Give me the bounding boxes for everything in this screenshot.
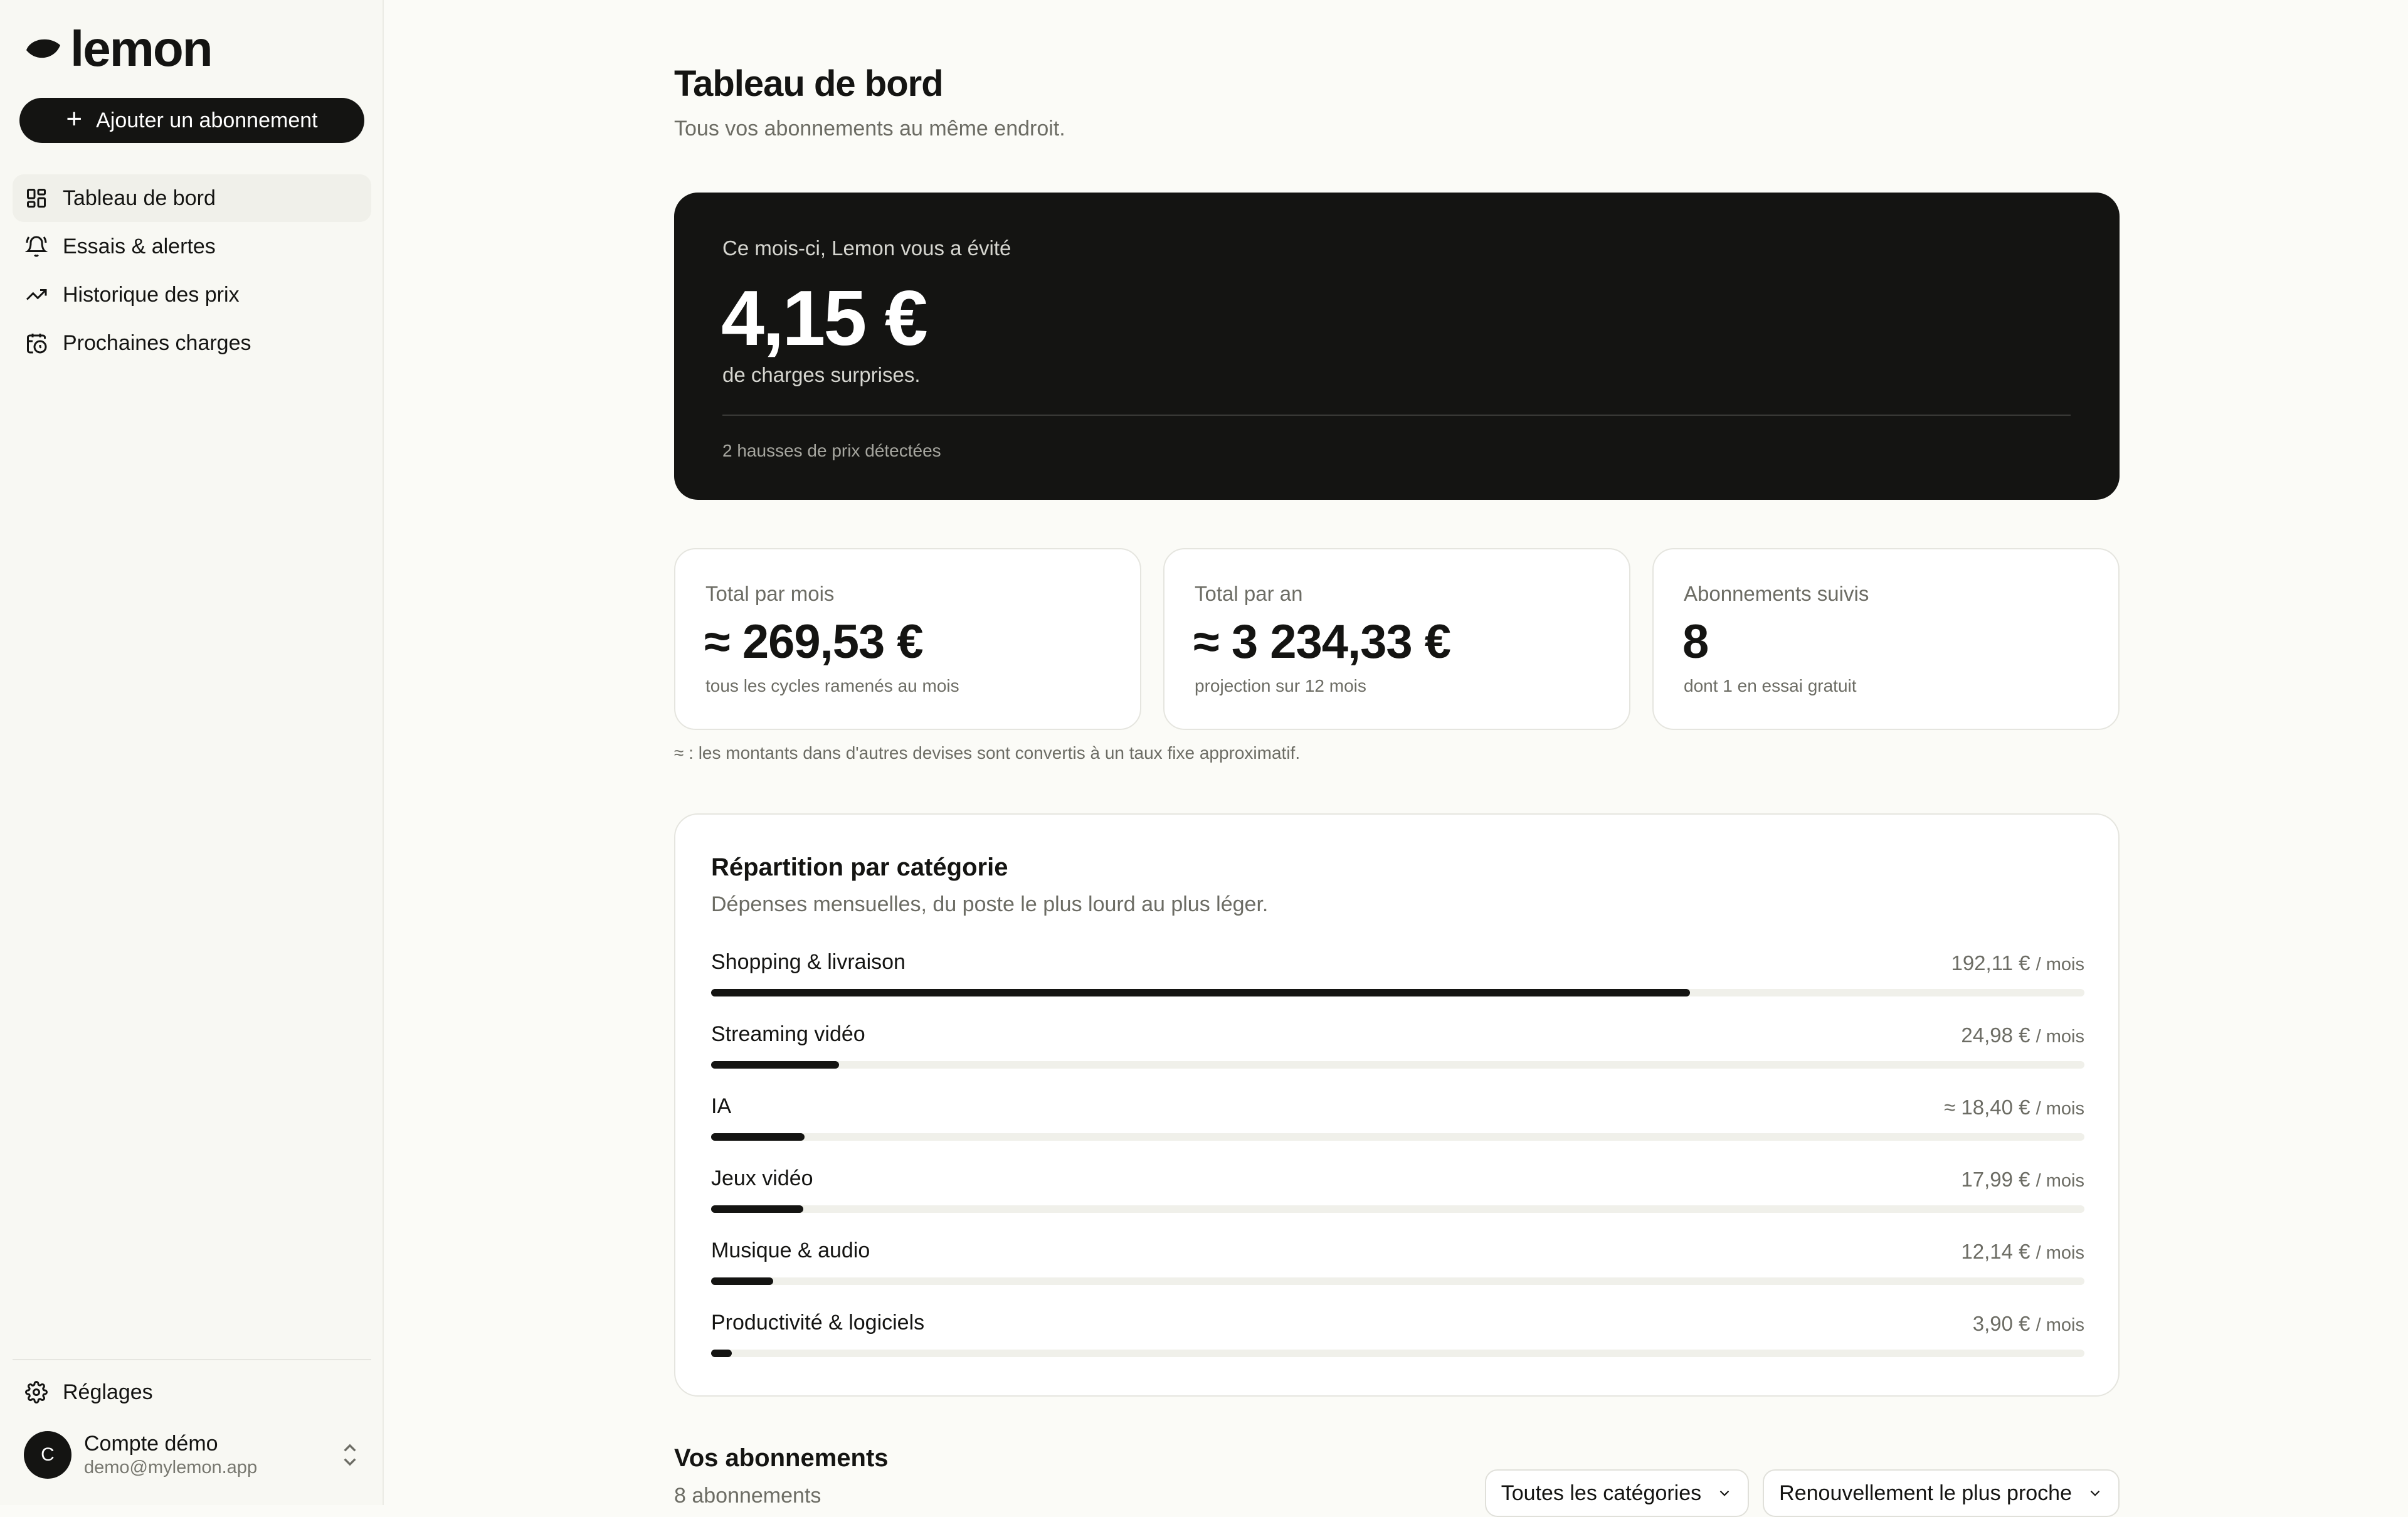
sidebar-item-label: Historique des prix — [63, 282, 240, 307]
category-row: Shopping & livraison 192,11 € / mois — [711, 950, 2084, 1022]
category-name: Jeux vidéo — [711, 1166, 813, 1190]
add-subscription-button[interactable]: + Ajouter un abonnement — [19, 98, 364, 143]
chevron-down-icon — [1719, 1490, 1729, 1496]
category-bar-fill — [711, 1350, 732, 1357]
category-bar-fill — [711, 989, 1691, 996]
page-title: Tableau de bord — [674, 63, 944, 104]
category-amount: ≈ 18,40 € / mois — [1944, 1096, 2084, 1119]
category-title: Répartition par catégorie — [711, 854, 1008, 881]
stat-sub: projection sur 12 mois — [1195, 676, 1366, 695]
category-amount: 24,98 € / mois — [1961, 1023, 2084, 1047]
category-name: Productivité & logiciels — [711, 1311, 925, 1335]
stat-value: ≈ 269,53 € — [704, 615, 924, 669]
category-amount: 192,11 € / mois — [1951, 951, 2084, 975]
category-row: Productivité & logiciels 3,90 € / mois — [711, 1311, 2084, 1383]
category-bar-fill — [711, 1061, 839, 1069]
category-amount: 17,99 € / mois — [1961, 1168, 2084, 1191]
category-bar-fill — [711, 1277, 773, 1285]
trending-up-icon — [24, 282, 49, 307]
sort-select[interactable]: Renouvellement le plus proche — [1763, 1469, 2120, 1517]
category-row: Musique & audio 12,14 € / mois — [711, 1239, 2084, 1311]
category-bar-fill — [711, 1133, 805, 1141]
stat-label: Total par an — [1195, 582, 1303, 605]
sidebar-divider — [13, 1359, 371, 1360]
category-name: Musique & audio — [711, 1239, 870, 1262]
calendar-clock-icon — [24, 330, 49, 356]
category-amount: 3,90 € / mois — [1972, 1312, 2084, 1335]
stat-value: ≈ 3 234,33 € — [1193, 615, 1451, 669]
category-name: Streaming vidéo — [711, 1022, 865, 1046]
sidebar-nav: Tableau de bord Essais & alertes Histori… — [13, 174, 371, 367]
sidebar: lemon + Ajouter un abonnement Tableau de… — [0, 0, 384, 1505]
chevron-up-down-icon — [344, 1444, 356, 1466]
plus-icon: + — [66, 103, 83, 134]
category-name: Shopping & livraison — [711, 950, 906, 974]
stat-sub: dont 1 en essai gratuit — [1684, 676, 1857, 695]
category-bar — [711, 1350, 2084, 1357]
category-list: Shopping & livraison 192,11 € / mois Str… — [711, 950, 2084, 1383]
chevron-down-icon — [2090, 1490, 2100, 1496]
subscriptions-title: Vos abonnements — [674, 1444, 889, 1472]
account-switcher[interactable]: C Compte démo demo@mylemon.app — [24, 1431, 362, 1479]
savings-value: 4,15 € — [721, 275, 928, 362]
category-bar — [711, 1061, 2084, 1069]
category-name: IA — [711, 1094, 732, 1118]
price-increase-note: 2 hausses de prix détectées — [722, 441, 941, 460]
stat-sub: tous les cycles ramenés au mois — [705, 676, 959, 695]
category-amount: 12,14 € / mois — [1961, 1240, 2084, 1263]
account-name: Compte démo — [84, 1432, 218, 1456]
stat-label: Abonnements suivis — [1684, 582, 1869, 605]
category-breakdown-card: Répartition par catégorie Dépenses mensu… — [674, 813, 2120, 1397]
category-row: Streaming vidéo 24,98 € / mois — [711, 1022, 2084, 1094]
stat-card-subscriptions: Abonnements suivis 8 dont 1 en essai gra… — [1652, 548, 2120, 730]
category-row: IA ≈ 18,40 € / mois — [711, 1094, 2084, 1166]
stats-row: Total par mois ≈ 269,53 € tous les cycle… — [674, 548, 2120, 730]
settings-label: Réglages — [63, 1380, 153, 1404]
sort-value: Renouvellement le plus proche — [1779, 1481, 2072, 1505]
page-subtitle: Tous vos abonnements au même endroit. — [674, 117, 1065, 140]
stat-value: 8 — [1682, 615, 1709, 669]
stat-card-yearly: Total par an ≈ 3 234,33 € projection sur… — [1163, 548, 1630, 730]
subscriptions-count: 8 abonnements — [674, 1484, 821, 1508]
app-name: lemon — [70, 21, 213, 77]
add-subscription-label: Ajouter un abonnement — [96, 108, 318, 132]
sidebar-item-label: Prochaines charges — [63, 330, 251, 355]
category-bar — [711, 1277, 2084, 1285]
avatar: C — [24, 1431, 71, 1479]
category-subtitle: Dépenses mensuelles, du poste le plus lo… — [711, 892, 1269, 916]
category-bar — [711, 1205, 2084, 1213]
dashboard-icon — [24, 186, 49, 211]
savings-description: de charges surprises. — [722, 363, 921, 386]
stat-label: Total par mois — [705, 582, 835, 605]
savings-hero-card: Ce mois-ci, Lemon vous a évité 4,15 € de… — [674, 193, 2120, 500]
stat-card-monthly: Total par mois ≈ 269,53 € tous les cycle… — [674, 548, 1141, 730]
bell-icon — [24, 234, 49, 259]
settings-link[interactable]: Réglages — [24, 1380, 153, 1405]
sidebar-item-price-history[interactable]: Historique des prix — [13, 271, 371, 319]
category-filter-value: Toutes les catégories — [1501, 1481, 1702, 1505]
category-row: Jeux vidéo 17,99 € / mois — [711, 1166, 2084, 1239]
subscription-filters: Toutes les catégories Renouvellement le … — [1484, 1469, 2120, 1517]
category-bar — [711, 1133, 2084, 1141]
lemon-logo-icon — [26, 39, 60, 58]
gear-icon — [24, 1380, 49, 1405]
category-bar-fill — [711, 1205, 803, 1213]
sidebar-item-dashboard[interactable]: Tableau de bord — [13, 174, 371, 222]
account-email: demo@mylemon.app — [84, 1457, 258, 1477]
category-filter-select[interactable]: Toutes les catégories — [1484, 1469, 1750, 1517]
sidebar-item-trials-alerts[interactable]: Essais & alertes — [13, 223, 371, 270]
sidebar-item-upcoming-charges[interactable]: Prochaines charges — [13, 319, 371, 367]
sidebar-item-label: Tableau de bord — [63, 186, 216, 210]
sidebar-item-label: Essais & alertes — [63, 234, 216, 258]
currency-disclaimer: ≈ : les montants dans d'autres devises s… — [674, 743, 1301, 763]
category-bar — [711, 989, 2084, 996]
logo[interactable]: lemon — [24, 21, 213, 77]
savings-label: Ce mois-ci, Lemon vous a évité — [722, 236, 1011, 260]
hero-divider — [722, 415, 2071, 416]
